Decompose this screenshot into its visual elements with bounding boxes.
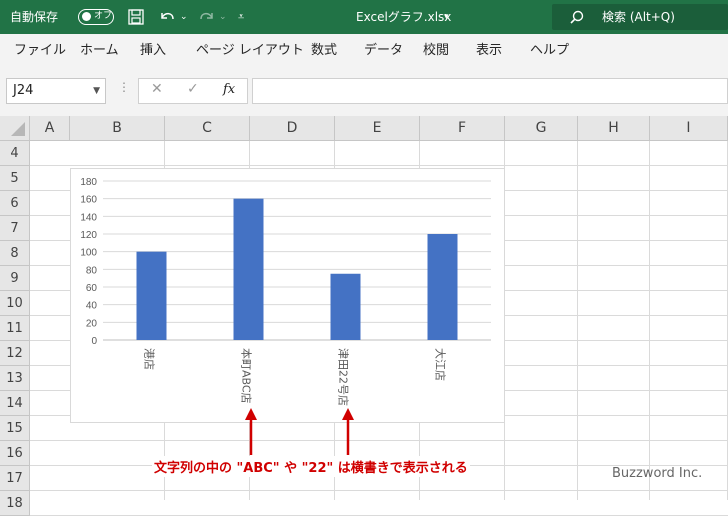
- annotation-layer: [245, 408, 354, 455]
- watermark: Buzzword Inc.: [612, 466, 703, 481]
- arrow-abc: [245, 408, 257, 455]
- annotation-text: 文字列の中の "ABC" や "22" は横書きで表示される: [152, 456, 470, 477]
- arrow-22: [342, 408, 354, 455]
